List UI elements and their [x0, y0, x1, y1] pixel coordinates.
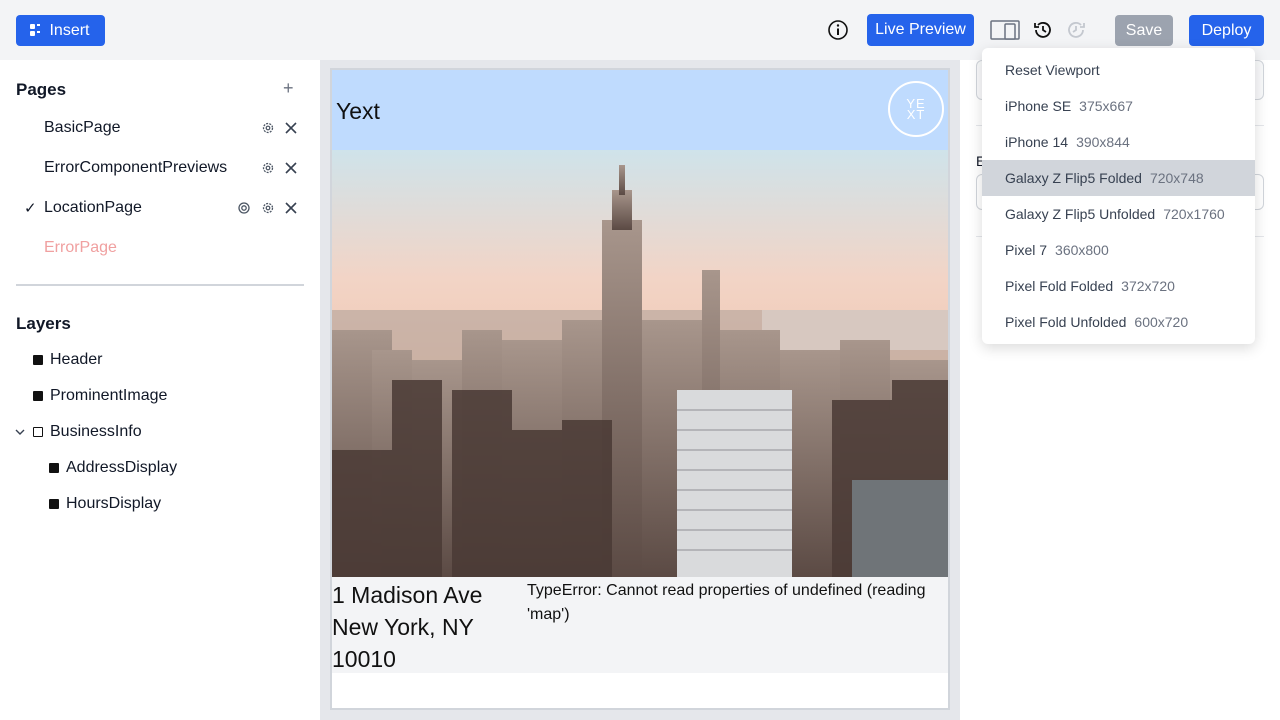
layer-item-addressdisplay[interactable]: AddressDisplay [49, 450, 177, 486]
viewport-menu: Reset Viewport iPhone SE 375x667 iPhone 1… [982, 48, 1255, 344]
layers-heading: Layers [16, 314, 71, 333]
live-preview-button[interactable]: Live Preview [867, 14, 974, 46]
page-item-label: LocationPage [44, 199, 142, 216]
layer-block-icon [33, 391, 43, 401]
history-undo-icon[interactable] [1032, 19, 1054, 41]
viewport-icon[interactable] [990, 19, 1022, 41]
address-line-2: New York, NY [332, 614, 474, 640]
viewport-item-galaxy-flip5-folded[interactable]: Galaxy Z Flip5 Folded 720x748 [982, 160, 1255, 196]
layer-block-icon [33, 427, 43, 437]
page-item-basicpage[interactable]: BasicPage [16, 108, 304, 148]
menu-item-size: 375x667 [1079, 98, 1133, 114]
reset-viewport-item[interactable]: Reset Viewport [982, 52, 1255, 88]
sidebar-divider [16, 284, 304, 286]
layer-item-hoursdisplay[interactable]: HoursDisplay [49, 486, 161, 522]
left-sidebar: Pages + BasicPage ErrorComponentPreviews… [0, 60, 320, 720]
save-button[interactable]: Save [1115, 15, 1173, 46]
menu-item-label: iPhone 14 [1005, 134, 1069, 150]
blocks-icon [30, 24, 40, 36]
close-icon[interactable] [283, 160, 299, 176]
layer-block-icon [49, 499, 59, 509]
viewport-item-pixel-fold-unfolded[interactable]: Pixel Fold Unfolded 600x720 [982, 304, 1255, 340]
page-item-label: BasicPage [44, 119, 121, 136]
gear-icon[interactable] [260, 120, 276, 136]
insert-button[interactable]: Insert [16, 15, 105, 46]
page-item-label: ErrorPage [44, 239, 117, 256]
layer-block-icon [49, 463, 59, 473]
menu-item-label: iPhone SE [1005, 98, 1072, 114]
hours-error-message: TypeError: Cannot read properties of und… [527, 582, 926, 623]
close-icon[interactable] [283, 120, 299, 136]
prominent-image[interactable] [332, 150, 948, 577]
save-label: Save [1125, 21, 1163, 39]
menu-item-label: Pixel Fold Folded [1005, 278, 1114, 294]
layer-item-label: Header [50, 351, 103, 368]
layer-item-label: HoursDisplay [66, 495, 162, 512]
viewport-item-pixel-7[interactable]: Pixel 7 360x800 [982, 232, 1255, 268]
address-display: 1 Madison Ave New York, NY 10010 [332, 579, 482, 675]
address-line-3: 10010 [332, 646, 396, 672]
viewport-item-iphone-14[interactable]: iPhone 14 390x844 [982, 124, 1255, 160]
target-icon[interactable] [236, 200, 252, 216]
history-redo-icon[interactable] [1065, 19, 1087, 41]
close-icon[interactable] [283, 200, 299, 216]
menu-item-size: 720x1760 [1163, 206, 1225, 222]
menu-item-size: 600x720 [1134, 314, 1189, 330]
live-preview-label: Live Preview [875, 21, 966, 38]
viewport-item-iphone-se[interactable]: iPhone SE 375x667 [982, 88, 1255, 124]
deploy-button[interactable]: Deploy [1189, 15, 1264, 46]
insert-label: Insert [49, 21, 90, 39]
layer-block-icon [33, 355, 43, 365]
check-icon: ✓ [24, 200, 37, 217]
preview-frame[interactable]: Yext YE XT 1 Madison Ave New York, NY 10… [330, 68, 950, 710]
site-header[interactable]: Yext YE XT [332, 70, 948, 150]
menu-item-label: Pixel 7 [1005, 242, 1048, 258]
page-item-locationpage[interactable]: ✓ LocationPage [16, 188, 304, 228]
gear-icon[interactable] [260, 200, 276, 216]
site-brand: Yext [336, 98, 380, 124]
layer-item-label: ProminentImage [50, 387, 168, 404]
deploy-label: Deploy [1201, 21, 1252, 39]
menu-item-label: Galaxy Z Flip5 Folded [1005, 170, 1142, 186]
layer-item-header[interactable]: Header [33, 342, 102, 378]
layer-item-label: BusinessInfo [50, 423, 142, 440]
business-info[interactable]: 1 Madison Ave New York, NY 10010 TypeErr… [332, 577, 948, 675]
page-item-errorcomponentpreviews[interactable]: ErrorComponentPreviews [16, 148, 304, 188]
menu-item-size: 390x844 [1076, 134, 1130, 150]
yext-logo: YE XT [888, 81, 944, 137]
gear-icon[interactable] [260, 160, 276, 176]
viewport-item-pixel-fold-folded[interactable]: Pixel Fold Folded 372x720 [982, 268, 1255, 304]
menu-item-label: Reset Viewport [1005, 62, 1100, 78]
menu-item-size: 720x748 [1149, 170, 1204, 186]
layer-item-prominentimage[interactable]: ProminentImage [33, 378, 167, 414]
address-line-1: 1 Madison Ave [332, 582, 483, 608]
menu-item-size: 360x800 [1055, 242, 1109, 258]
pages-heading: Pages [16, 80, 67, 99]
menu-item-label: Galaxy Z Flip5 Unfolded [1005, 206, 1156, 222]
page-item-label: ErrorComponentPreviews [44, 159, 228, 176]
logo-line-2: XT [906, 107, 926, 122]
info-icon[interactable] [827, 19, 849, 41]
layer-item-businessinfo[interactable]: BusinessInfo [14, 414, 142, 450]
chevron-down-icon[interactable] [14, 426, 26, 438]
layer-item-label: AddressDisplay [66, 459, 178, 476]
add-page-icon[interactable]: + [283, 79, 294, 97]
viewport-item-galaxy-flip5-unfolded[interactable]: Galaxy Z Flip5 Unfolded 720x1760 [982, 196, 1255, 232]
menu-item-size: 372x720 [1121, 278, 1175, 294]
page-item-errorpage[interactable]: ErrorPage [16, 228, 304, 268]
menu-item-label: Pixel Fold Unfolded [1005, 314, 1127, 330]
